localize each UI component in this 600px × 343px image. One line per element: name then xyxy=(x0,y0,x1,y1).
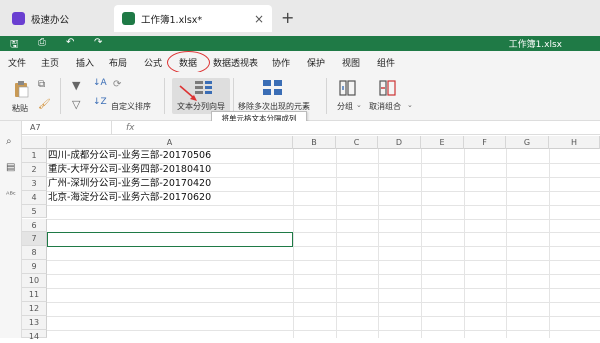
spreadsheet-grid[interactable]: A B C D E F G H 1 2 3 4 5 6 7 8 9 10 11 … xyxy=(22,136,600,341)
close-icon[interactable]: × xyxy=(254,12,264,26)
gridline xyxy=(47,204,600,206)
menu-formula[interactable]: 公式 xyxy=(144,56,162,69)
remove-duplicates-icon xyxy=(263,80,282,95)
column-header[interactable]: E xyxy=(421,136,464,149)
spreadsheet-icon xyxy=(122,12,135,25)
row-header[interactable]: 13 xyxy=(22,315,47,330)
redo-icon[interactable]: ↷ xyxy=(94,37,102,48)
row-header[interactable]: 6 xyxy=(22,218,47,233)
ribbon-separator xyxy=(233,78,234,114)
menu-protect[interactable]: 保护 xyxy=(307,56,325,69)
tab-label: 工作簿1.xlsx* xyxy=(141,14,203,26)
ribbon-separator xyxy=(60,78,61,114)
sort-ascending-icon[interactable]: ↓A xyxy=(93,78,107,88)
gridline xyxy=(47,218,600,220)
remove-duplicates-button[interactable] xyxy=(262,79,284,97)
custom-sort-button[interactable]: 自定义排序 xyxy=(111,101,151,112)
undo-icon[interactable]: ↶ xyxy=(66,37,74,48)
paste-button[interactable] xyxy=(12,80,30,98)
row-header[interactable]: 10 xyxy=(22,274,47,288)
row-header[interactable]: 3 xyxy=(22,176,47,191)
ribbon-separator xyxy=(164,78,165,114)
formula-bar: A7 fx xyxy=(22,121,600,135)
paste-label: 粘贴 xyxy=(12,104,28,113)
format-painter-icon[interactable]: 🖌 xyxy=(38,99,51,110)
app-logo-icon xyxy=(12,12,25,25)
menu-components[interactable]: 组件 xyxy=(377,56,395,69)
ribbon-separator xyxy=(326,78,327,114)
refresh-icon[interactable]: ⟳ xyxy=(113,79,121,90)
column-header-bar: A B C D E F G H xyxy=(22,136,600,149)
column-header[interactable]: C xyxy=(336,136,378,149)
gridline xyxy=(47,315,600,317)
tab-label: 极速办公 xyxy=(31,14,70,26)
clipboard-icon xyxy=(15,81,29,98)
menu-home[interactable]: 主页 xyxy=(41,56,59,69)
left-sidebar: ⌕ ▤ ᴬᴮᶜ xyxy=(0,121,22,338)
sort-descending-icon[interactable]: ↓Z xyxy=(93,97,107,107)
menu-collaborate[interactable]: 协作 xyxy=(272,56,290,69)
row-header[interactable]: 7 xyxy=(22,232,47,247)
menu-view[interactable]: 视图 xyxy=(342,56,360,69)
row-header[interactable]: 8 xyxy=(22,246,47,261)
row-header[interactable]: 11 xyxy=(22,288,47,302)
column-header[interactable]: G xyxy=(506,136,549,149)
document-title: 工作簿1.xlsx xyxy=(508,40,562,50)
new-tab-button[interactable]: + xyxy=(281,8,294,27)
group-button[interactable] xyxy=(338,78,358,98)
row-header[interactable]: 2 xyxy=(22,162,47,177)
fx-icon[interactable]: fx xyxy=(126,121,135,135)
column-header[interactable]: B xyxy=(293,136,336,149)
gridline xyxy=(47,260,600,262)
spellcheck-icon[interactable]: ᴬᴮᶜ xyxy=(6,190,16,199)
menu-pivot-table[interactable]: 数据透视表 xyxy=(213,56,258,69)
select-all-corner[interactable] xyxy=(22,136,47,149)
highlight-circle xyxy=(167,51,210,74)
cell-a1[interactable]: 四川-成都分公司-业务三部-20170506 xyxy=(48,149,211,163)
menu-insert[interactable]: 插入 xyxy=(76,56,94,69)
group-label: 分组 xyxy=(337,102,353,111)
menu-bar: 文件 主页 插入 布局 公式 数据 数据透视表 协作 保护 视图 组件 xyxy=(0,51,600,72)
ungroup-label: 取消组合 xyxy=(369,102,401,111)
menu-layout[interactable]: 布局 xyxy=(109,56,127,69)
row-header[interactable]: 4 xyxy=(22,190,47,205)
search-icon[interactable]: ⌕ xyxy=(6,136,12,147)
gridline xyxy=(47,329,600,331)
tab-workbook[interactable]: 工作簿1.xlsx* × xyxy=(114,5,272,32)
row-header[interactable]: 9 xyxy=(22,260,47,275)
comment-icon[interactable]: ▤ xyxy=(6,162,15,173)
copy-icon[interactable]: ⧉ xyxy=(38,79,45,90)
row-header[interactable]: 1 xyxy=(22,149,47,163)
gridline xyxy=(47,301,600,303)
cell-a3[interactable]: 广州-深圳分公司-业务二部-20170420 xyxy=(48,177,211,191)
cell-a2[interactable]: 重庆-大坪分公司-业务四部-20180410 xyxy=(48,163,211,177)
menu-file[interactable]: 文件 xyxy=(8,56,26,69)
chevron-down-icon[interactable]: ⌄ xyxy=(356,101,362,109)
row-header[interactable]: 12 xyxy=(22,301,47,316)
row-header[interactable]: 5 xyxy=(22,204,47,219)
group-icon xyxy=(339,80,356,96)
chevron-down-icon[interactable]: ⌄ xyxy=(407,101,413,109)
ungroup-button[interactable] xyxy=(378,78,398,98)
column-header[interactable]: A xyxy=(47,136,293,149)
tab-bar: 极速办公 工作簿1.xlsx* × + xyxy=(0,0,600,36)
row-header[interactable]: 14 xyxy=(22,329,47,341)
name-box[interactable]: A7 xyxy=(22,121,112,135)
column-header[interactable]: F xyxy=(464,136,506,149)
filter-clear-icon[interactable]: ▽ xyxy=(72,98,80,111)
ungroup-icon xyxy=(379,80,396,96)
gridline xyxy=(47,274,600,276)
filter-icon[interactable]: ▼ xyxy=(72,79,80,92)
tab-app-home[interactable]: 极速办公 xyxy=(6,5,111,32)
title-bar: 🖫 ⎙ ↶ ↷ 工作簿1.xlsx xyxy=(0,36,600,51)
selected-cell-a7[interactable] xyxy=(47,232,293,247)
cell-a4[interactable]: 北京-海淀分公司-业务六部-20170620 xyxy=(48,191,211,205)
gridline xyxy=(47,288,600,289)
print-icon[interactable]: ⎙ xyxy=(38,37,46,48)
column-header[interactable]: H xyxy=(549,136,600,149)
column-header[interactable]: D xyxy=(378,136,421,149)
red-arrow-annotation xyxy=(179,85,197,101)
